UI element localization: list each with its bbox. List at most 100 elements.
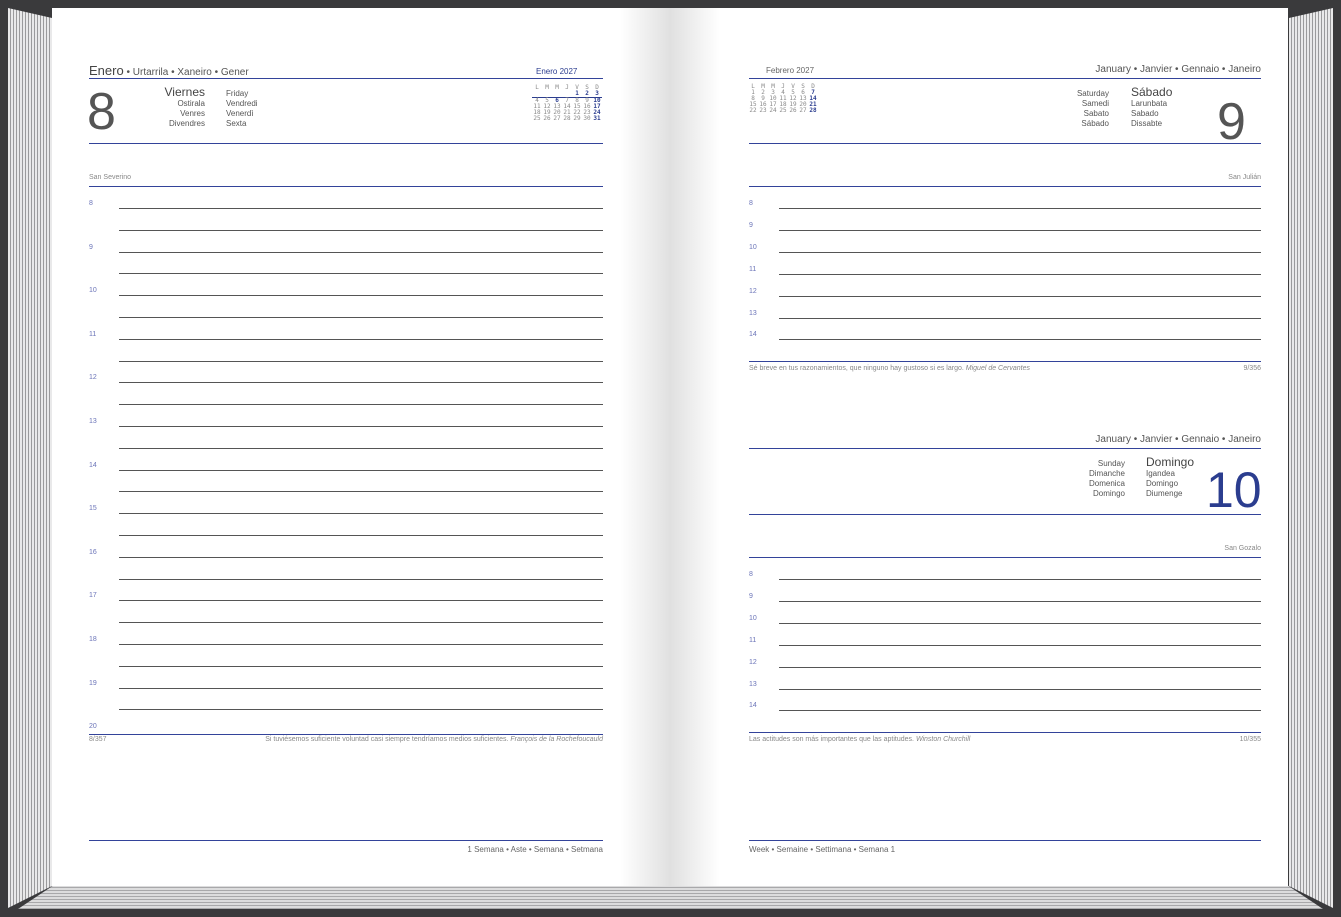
day-count: 8/357 — [89, 736, 107, 743]
month-title: Enero — [89, 63, 124, 78]
day-name-primary: Viernes — [164, 85, 205, 99]
hour-label: 12 — [749, 658, 757, 666]
writing-line[interactable] — [779, 339, 1261, 341]
quote: Sé breve en tus razonamientos, que ningu… — [749, 365, 1030, 372]
saint-name: San Severino — [89, 174, 132, 181]
writing-line[interactable] — [119, 273, 603, 275]
writing-line[interactable] — [119, 556, 603, 558]
hour-label: 16 — [89, 548, 97, 556]
hour-label: 13 — [89, 418, 97, 425]
mini-calendar-febrero: LMMJVSD 1234567 8 9 10 11 12 13 14 15 16 17 18 19 2… — [749, 83, 817, 114]
hour-label: 14 — [89, 461, 97, 469]
hour-label: 15 — [89, 505, 97, 513]
writing-line[interactable] — [779, 273, 1261, 275]
writing-line[interactable] — [779, 208, 1261, 209]
saint-name: San Julián — [1228, 174, 1261, 181]
writing-line[interactable] — [119, 578, 603, 580]
day-number: 10 — [1206, 462, 1262, 518]
writing-line[interactable] — [119, 229, 603, 231]
hour-label: 12 — [89, 374, 97, 382]
writing-line[interactable] — [119, 382, 603, 384]
month-languages: January • Janvier • Gennaio • Janeiro — [1095, 64, 1261, 75]
day-names-col1: Sunday Dimanche Domenica Domingo — [1088, 459, 1125, 498]
writing-line[interactable] — [119, 447, 603, 449]
hour-label: 8 — [749, 571, 753, 578]
day-count: 10/355 — [1239, 736, 1261, 743]
day-names-col2: Sábado Larunbata Sabado Dissabte — [1131, 85, 1173, 128]
writing-line[interactable] — [119, 295, 603, 297]
hour-label: 14 — [749, 702, 757, 710]
quote-author: Winston Churchill — [915, 736, 971, 743]
hour-label: 10 — [89, 287, 97, 295]
hour-label: 8 — [89, 200, 93, 207]
week-footer: Week • Semaine • Settimana • Semana 1 — [749, 845, 896, 854]
saint-name: San Gozalo — [1224, 545, 1261, 552]
writing-line[interactable] — [779, 251, 1261, 253]
quote: Las actitudes son más importantes que la… — [749, 736, 971, 743]
writing-line[interactable] — [119, 535, 603, 536]
quote: Si tuviésemos suficiente voluntad casi s… — [265, 736, 603, 743]
mini-cal-title: Enero 2027 — [536, 67, 578, 76]
hour-label: 11 — [749, 636, 757, 644]
hour-label: 17 — [89, 592, 97, 600]
day-name-primary: Domingo — [1146, 455, 1195, 469]
week-footer: 1 Semana • Aste • Semana • Setmana — [467, 845, 603, 854]
writing-line[interactable] — [119, 687, 603, 689]
writing-line[interactable] — [779, 710, 1261, 712]
writing-line[interactable] — [779, 579, 1261, 580]
hour-label: 20 — [89, 723, 97, 731]
hour-label: 19 — [89, 679, 97, 687]
page-edges-bottom — [18, 885, 1323, 909]
writing-line[interactable] — [119, 622, 603, 624]
day-number: 8 — [87, 83, 116, 141]
page-edges-right — [1289, 8, 1333, 908]
writing-line[interactable] — [119, 469, 603, 471]
hour-label: 14 — [749, 331, 757, 339]
writing-line[interactable] — [119, 513, 603, 515]
planner-book: Enero • Urtarrila • Xaneiro • Gener Ener… — [0, 0, 1341, 917]
hour-label: 9 — [89, 243, 93, 251]
writing-line[interactable] — [119, 317, 603, 318]
writing-line[interactable] — [779, 666, 1261, 668]
month-languages: • Urtarrila • Xaneiro • Gener — [123, 67, 249, 78]
day-names-col2: Domingo Igandea Domingo Diumenge — [1146, 455, 1195, 498]
hour-label: 10 — [749, 243, 757, 251]
hour-label: 8 — [749, 200, 753, 207]
writing-line[interactable] — [119, 404, 603, 406]
writing-line[interactable] — [119, 491, 603, 493]
writing-line[interactable] — [119, 251, 603, 253]
mini-cal-title: Febrero 2027 — [766, 66, 815, 75]
writing-line[interactable] — [119, 709, 603, 711]
hour-label: 18 — [89, 636, 97, 643]
day-names-col1: Saturday Samedi Sabato Sábado — [1076, 89, 1109, 128]
hour-label: 9 — [749, 221, 753, 229]
quote-author: Miguel de Cervantes — [965, 365, 1030, 372]
month-heading: Enero • Urtarrila • Xaneiro • Gener — [89, 63, 249, 78]
writing-line[interactable] — [779, 600, 1261, 602]
writing-line[interactable] — [779, 644, 1261, 646]
hour-label: 13 — [749, 309, 757, 317]
day-names-col1: Viernes Ostirala Venres Divendres — [152, 85, 205, 129]
writing-line[interactable] — [779, 229, 1261, 231]
writing-line[interactable] — [779, 317, 1261, 319]
hour-label: 9 — [749, 592, 753, 600]
writing-line[interactable] — [779, 295, 1261, 297]
writing-line[interactable] — [119, 360, 603, 362]
writing-line[interactable] — [119, 426, 603, 427]
right-page: Febrero 2027 January • Janvier • Gennaio… — [670, 8, 1288, 886]
left-page: Enero • Urtarrila • Xaneiro • Gener Ener… — [52, 8, 670, 886]
writing-line[interactable] — [119, 644, 603, 645]
day-names-col2: Friday Vendredi Venerdì Sexta — [226, 89, 258, 128]
hour-label: 11 — [749, 265, 757, 273]
hour-label: 11 — [89, 330, 97, 338]
day-count: 9/356 — [1243, 365, 1261, 372]
writing-line[interactable] — [119, 665, 603, 667]
mini-calendar-enero: LMMJVSD 123 4 5 6 7 8 9 10 11 12 13 14 15 16 17 18 19… — [532, 84, 602, 122]
writing-line[interactable] — [119, 338, 603, 340]
hour-label: 13 — [749, 680, 757, 688]
writing-line[interactable] — [119, 600, 603, 602]
writing-line[interactable] — [779, 688, 1261, 690]
hour-label: 10 — [749, 614, 757, 622]
writing-line[interactable] — [779, 622, 1261, 624]
writing-line[interactable] — [119, 208, 603, 209]
